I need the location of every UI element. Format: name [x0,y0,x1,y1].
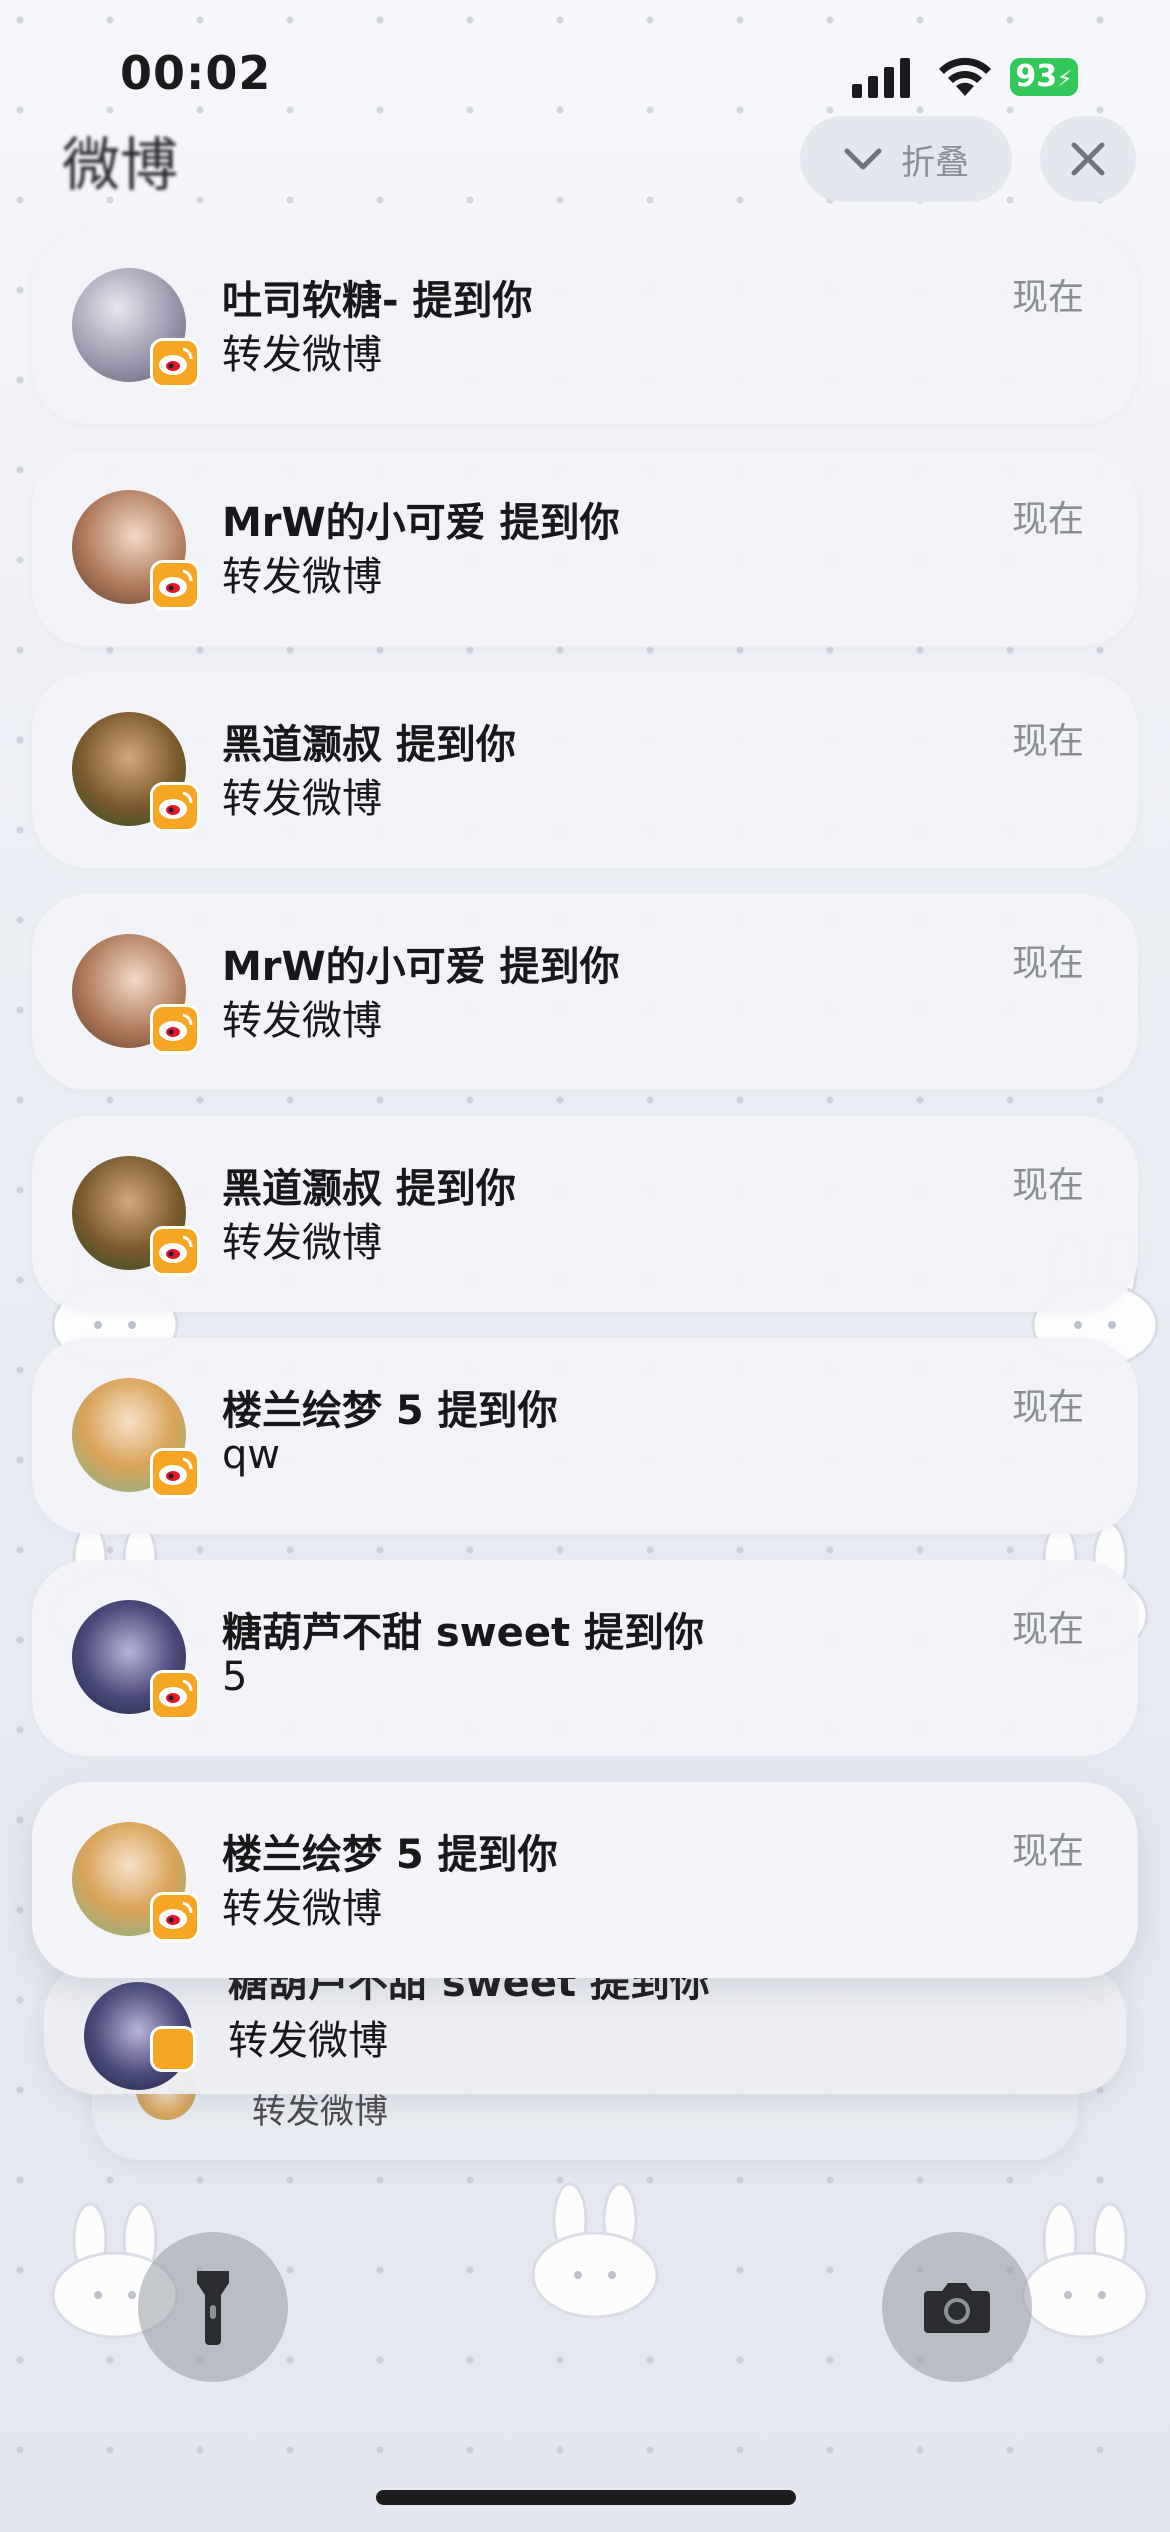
notification-card[interactable]: 楼兰绘梦 5 提到你 qw 现在 [32,1338,1138,1534]
notification-body: 转发微博 [222,554,382,600]
weibo-icon [150,1004,200,1054]
collapse-label: 折叠 [901,142,969,183]
notification-time: 现在 [1011,943,1084,984]
notification-body: 转发微博 [222,998,382,1044]
home-indicator[interactable] [376,2490,796,2505]
notification-title: 黑道灏叔 提到你 [222,722,516,768]
clear-group-button[interactable] [1040,116,1136,202]
notification-title: MrW的小可爱 提到你 [222,500,620,546]
notification-title: 糖葫芦不甜 sweet 提到你 [222,1610,704,1656]
notification-body: 转发微博 [222,1886,382,1932]
battery-level: 93 [1015,59,1058,94]
weibo-icon [150,1670,200,1720]
notification-body: 转发微博 [228,2018,388,2064]
notification-time: 现在 [1011,277,1084,318]
weibo-icon [150,560,200,610]
notification-time: 现在 [1011,721,1084,762]
weibo-icon [150,1226,200,1276]
notification-card[interactable]: 黑道灏叔 提到你 转发微博 现在 [32,1116,1138,1312]
weibo-icon [150,782,200,832]
camera-button[interactable] [882,2232,1032,2382]
clock: 00:02 [120,46,272,100]
weibo-icon [150,338,200,388]
bunny-doodle [531,2182,659,2319]
notification-card[interactable]: 楼兰绘梦 5 提到你 转发微博 现在 [32,1782,1138,1978]
weibo-icon [150,1892,200,1942]
collapse-button[interactable]: 折叠 [800,116,1012,202]
notification-card[interactable]: MrW的小可爱 提到你 转发微博 现在 [32,894,1138,1090]
bunny-doodle [1021,2202,1149,2339]
flashlight-icon [197,2271,229,2345]
close-icon [1071,142,1105,176]
notification-card[interactable]: 黑道灏叔 提到你 转发微博 现在 [32,672,1138,868]
signal-icon [852,58,910,98]
notification-card[interactable]: MrW的小可爱 提到你 转发微博 现在 [32,450,1138,646]
notification-time: 现在 [1011,1387,1084,1428]
notification-time: 现在 [1011,499,1084,540]
notification-body: 转发微博 [222,776,382,822]
battery-indicator: 93⚡ [1010,58,1078,96]
notification-time: 现在 [1011,1831,1084,1872]
notification-title: 楼兰绘梦 5 提到你 [222,1388,558,1434]
notification-body: qw [222,1432,281,1478]
flashlight-button[interactable] [138,2232,288,2382]
notification-time: 现在 [1011,1609,1084,1650]
notification-card[interactable]: 糖葫芦不甜 sweet 提到你 5 现在 [32,1560,1138,1756]
notification-title: 楼兰绘梦 5 提到你 [222,1832,558,1878]
stacked-notification[interactable]: 糖葫芦不甜 sweet 提到你 转发微博 [44,1964,1126,2094]
notification-body: 5 [222,1654,248,1700]
notification-body: 转发微博 [222,332,382,378]
notification-title: 吐司软糖- 提到你 [222,278,533,324]
weibo-icon [150,2026,196,2072]
chevron-down-icon [844,148,882,170]
notification-card[interactable]: 吐司软糖- 提到你 转发微博 现在 [32,228,1138,424]
notification-time: 现在 [1011,1165,1084,1206]
camera-icon [924,2283,990,2333]
weibo-icon [150,1448,200,1498]
notification-body: 转发微博 [222,1220,382,1266]
notification-title: 黑道灏叔 提到你 [222,1166,516,1212]
notification-group-title: 微博 [62,131,179,199]
wifi-icon [939,57,991,96]
notification-title: MrW的小可爱 提到你 [222,944,620,990]
